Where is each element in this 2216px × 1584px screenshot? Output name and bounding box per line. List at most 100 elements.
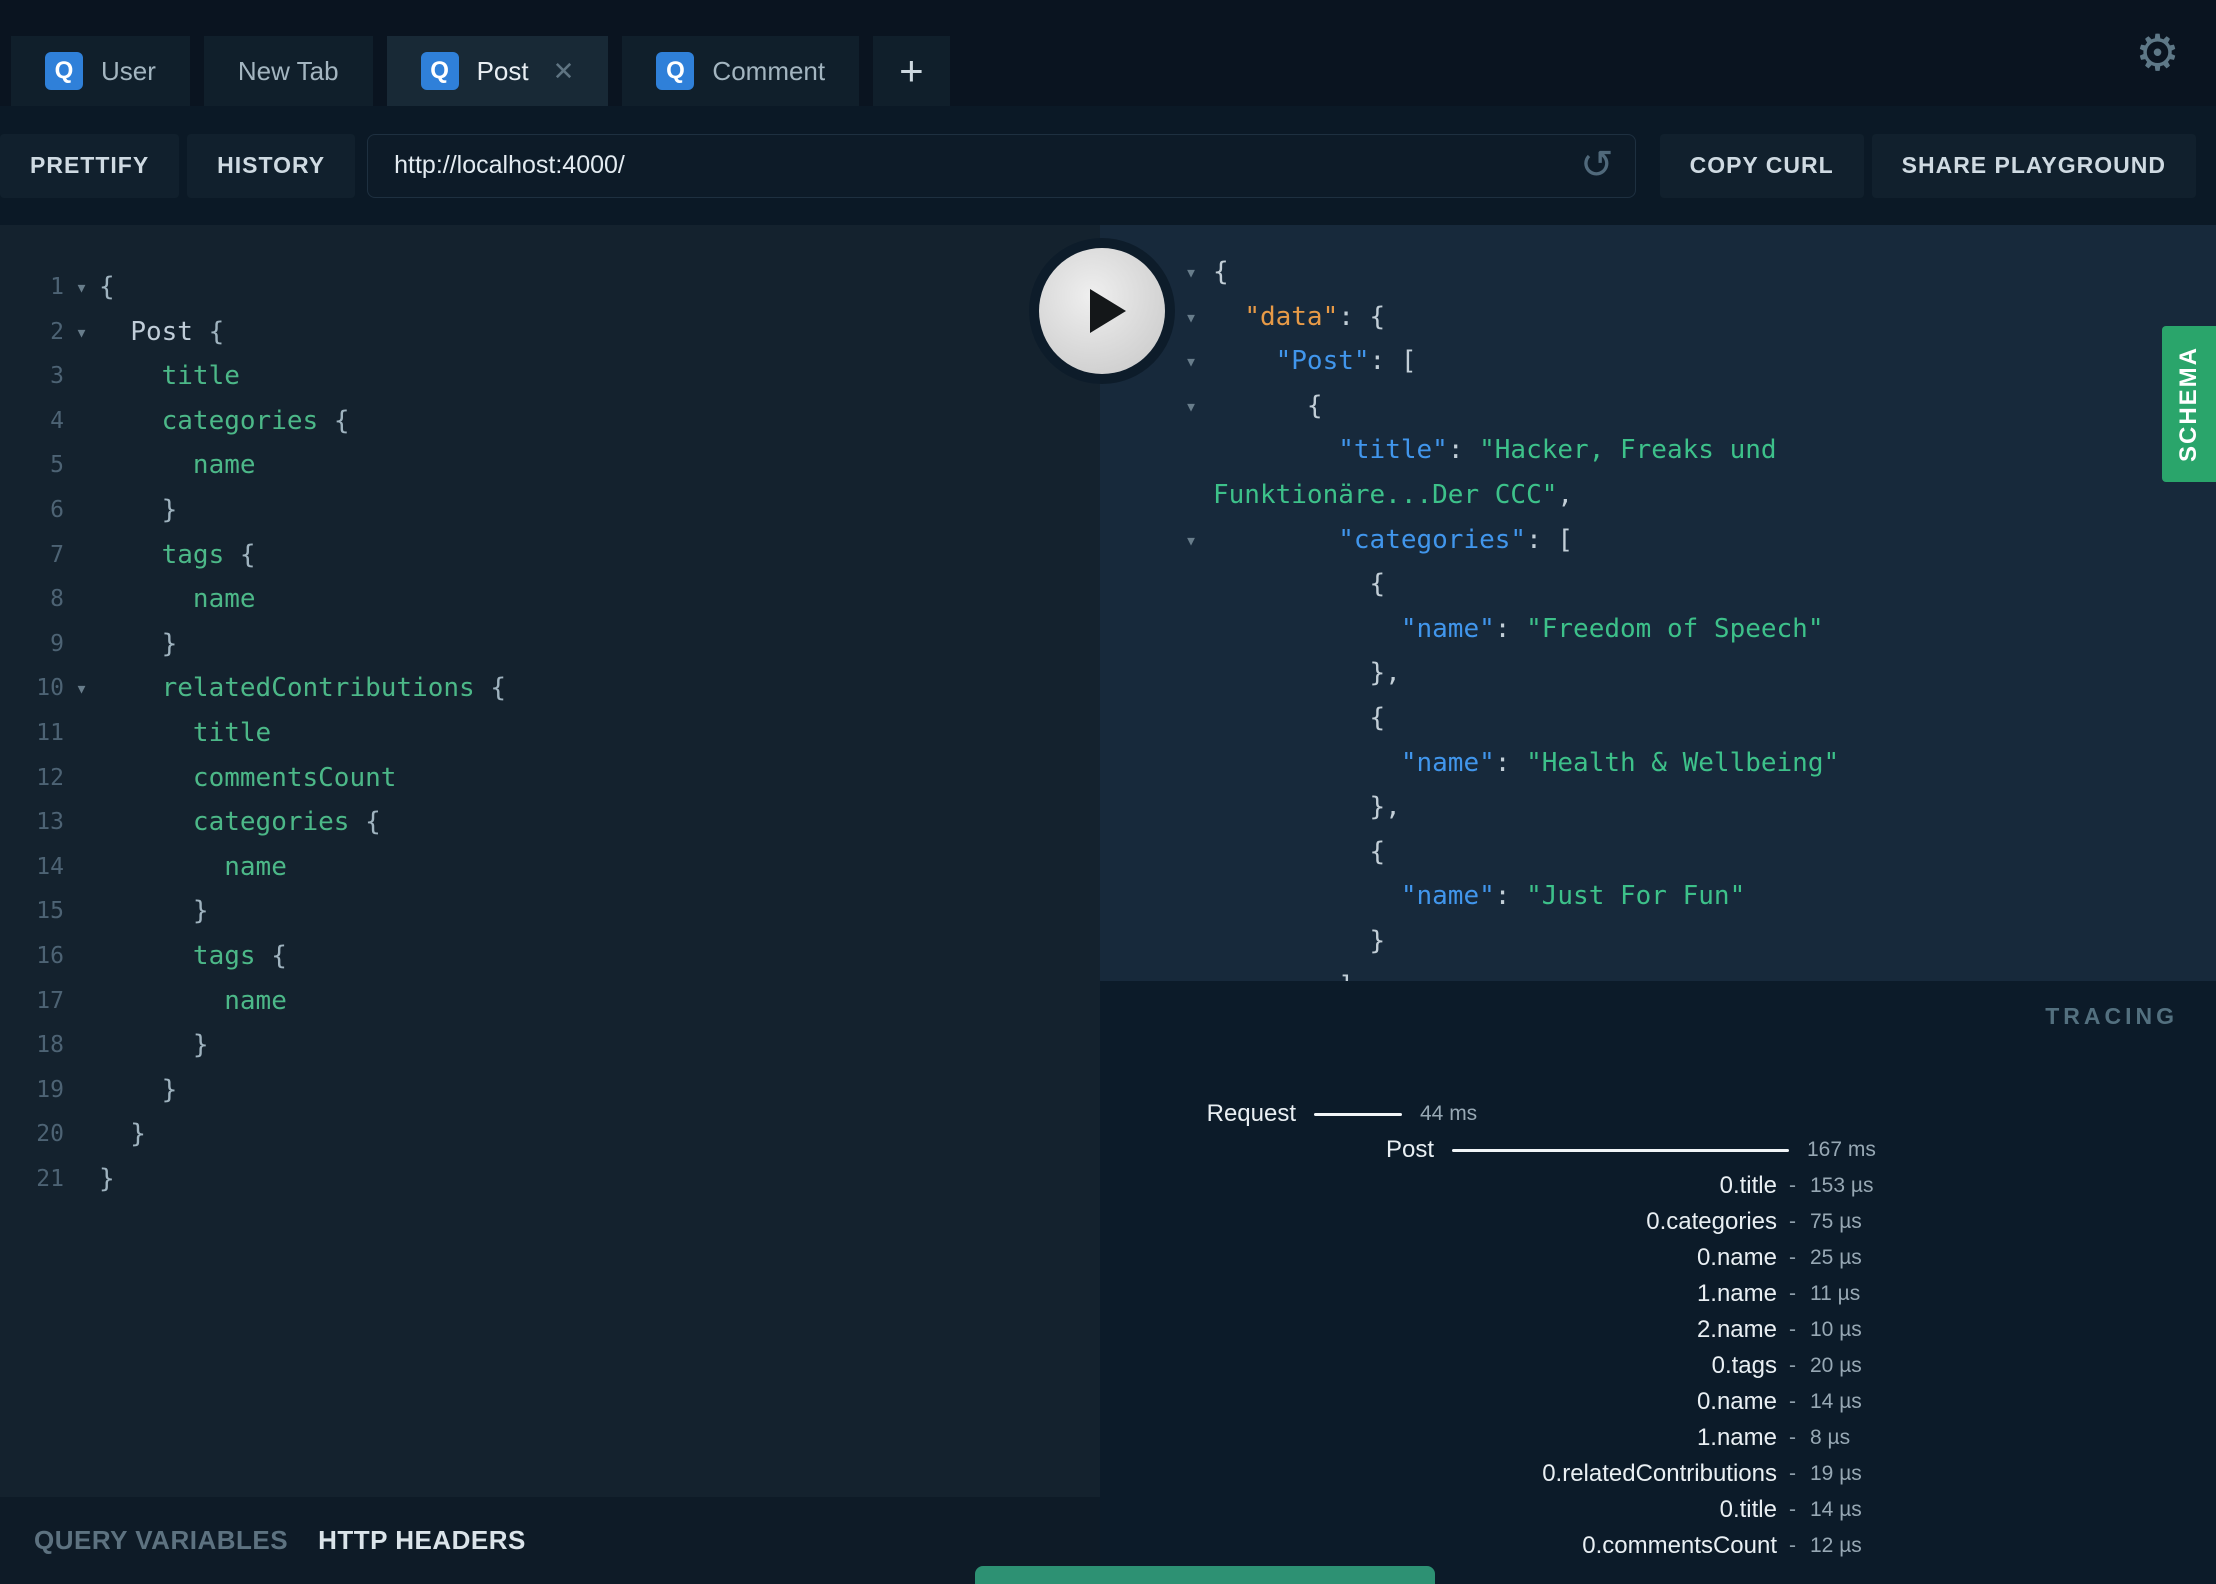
schema-tab-label: SCHEMA: [2175, 345, 2203, 463]
tab-label: Comment: [712, 55, 826, 86]
url-input[interactable]: [367, 133, 1636, 198]
code-line: 2 ▾ Post {: [0, 310, 1100, 355]
trace-label: Post: [1385, 1136, 1434, 1163]
refresh-icon[interactable]: ↺: [1580, 145, 1614, 185]
code-token: name: [224, 985, 287, 1016]
tab-new-tab[interactable]: New Tab: [203, 36, 373, 106]
url-bar: ↺: [367, 133, 1636, 198]
code-line: 9 }: [0, 622, 1100, 667]
trace-label: 0.commentsCount: [1582, 1532, 1777, 1559]
bottom-toast-partial[interactable]: [975, 1566, 1435, 1584]
trace-row: Post 167 ms: [1100, 1132, 2216, 1168]
plus-icon: +: [899, 47, 924, 94]
share-playground-button[interactable]: SHARE PLAYGROUND: [1871, 133, 2196, 198]
trace-duration: 12 µs: [1810, 1534, 1862, 1557]
query-badge-icon: Q: [656, 52, 695, 90]
code-token: "name": [1400, 747, 1495, 778]
code-token: },: [1213, 792, 1401, 823]
tab-user[interactable]: Q User: [11, 36, 190, 106]
close-tab-icon[interactable]: ✕: [553, 58, 575, 84]
tab-label: New Tab: [237, 55, 339, 86]
fold-caret-icon[interactable]: ▾: [64, 265, 99, 310]
tab-comment[interactable]: Q Comment: [622, 36, 860, 106]
trace-row: 0.tags -20 µs: [1100, 1348, 2216, 1384]
fold-caret-icon[interactable]: ▾: [1100, 518, 1213, 563]
history-button[interactable]: HISTORY: [187, 133, 356, 198]
code-token: : [: [1526, 524, 1574, 555]
settings-gear-icon[interactable]: ⚙: [2135, 28, 2180, 78]
trace-label: 0.title: [1719, 1496, 1777, 1523]
trace-duration: 20 µs: [1810, 1354, 1862, 1377]
trace-row: 0.relatedContributions -19 µs: [1100, 1456, 2216, 1492]
query-editor[interactable]: 1 ▾{2 ▾ Post {3 title 4 categories {5 name 6…: [0, 225, 1100, 1497]
line-number: 13: [36, 809, 64, 836]
code-line: 14 name: [0, 845, 1100, 890]
schema-tab[interactable]: SCHEMA: [2162, 326, 2216, 482]
code-token: }: [99, 1074, 178, 1105]
copy-curl-button[interactable]: COPY CURL: [1659, 133, 1864, 198]
code-line: {: [1100, 562, 2216, 607]
code-line: },: [1100, 651, 2216, 696]
code-line: ▾ {: [1100, 384, 2216, 429]
line-number: 17: [36, 987, 64, 1014]
code-line: "name": "Just For Fun": [1100, 874, 2216, 919]
code-token: "Health & Wellbeing": [1526, 747, 1840, 778]
trace-separator: -: [1789, 1354, 1796, 1377]
code-line: 16 tags {: [0, 934, 1100, 979]
http-headers-tab[interactable]: HTTP HEADERS: [318, 1525, 526, 1556]
code-token: {: [1213, 569, 1386, 600]
code-token: tags: [161, 539, 225, 570]
line-number: 1: [50, 274, 64, 300]
code-token: {: [474, 673, 507, 704]
query-badge-icon: Q: [45, 52, 83, 90]
trace-label: 2.name: [1696, 1316, 1777, 1343]
code-token: }: [99, 1119, 146, 1150]
tab-post[interactable]: Q Post ✕: [386, 36, 609, 106]
fold-caret-icon[interactable]: ▾: [64, 666, 99, 711]
line-number: 4: [50, 407, 64, 434]
code-token: }: [99, 494, 178, 525]
fold-caret-icon[interactable]: ▾: [1100, 384, 1213, 429]
tracing-title: TRACING: [2045, 1003, 2178, 1029]
code-line: ▾ "categories": [: [1100, 518, 2216, 563]
trace-row: 2.name -10 µs: [1100, 1312, 2216, 1348]
line-number: 6: [50, 496, 64, 523]
trace-separator: -: [1789, 1498, 1796, 1521]
fold-caret-icon[interactable]: ▾: [64, 310, 99, 355]
line-number: 8: [50, 586, 64, 613]
trace-row: 0.categories -75 µs: [1100, 1204, 2216, 1240]
code-line: 10 ▾ relatedContributions {: [0, 666, 1100, 711]
query-variables-tab[interactable]: QUERY VARIABLES: [34, 1525, 288, 1556]
trace-separator: -: [1789, 1390, 1796, 1413]
code-token: "data": [1244, 301, 1339, 332]
trace-row: 0.name -14 µs: [1100, 1384, 2216, 1420]
code-token: name: [192, 584, 256, 615]
new-tab-button[interactable]: +: [873, 36, 950, 106]
code-token: categories: [192, 807, 350, 838]
code-token: :: [1494, 747, 1527, 778]
code-token: "Hacker, Freaks und: [1479, 435, 1777, 466]
response-viewer[interactable]: ▾{▾ "data": {▾ "Post": [▾ { "title": "Ha…: [1100, 225, 2216, 981]
code-token: "Post": [1275, 346, 1370, 377]
prettify-button[interactable]: PRETTIFY: [0, 133, 180, 198]
trace-separator: -: [1789, 1210, 1796, 1233]
trace-duration: 19 µs: [1810, 1462, 1862, 1485]
execute-button[interactable]: [1039, 248, 1165, 374]
line-number: 14: [36, 853, 64, 880]
code-token: "name": [1400, 881, 1495, 912]
code-token: "name": [1400, 613, 1495, 644]
